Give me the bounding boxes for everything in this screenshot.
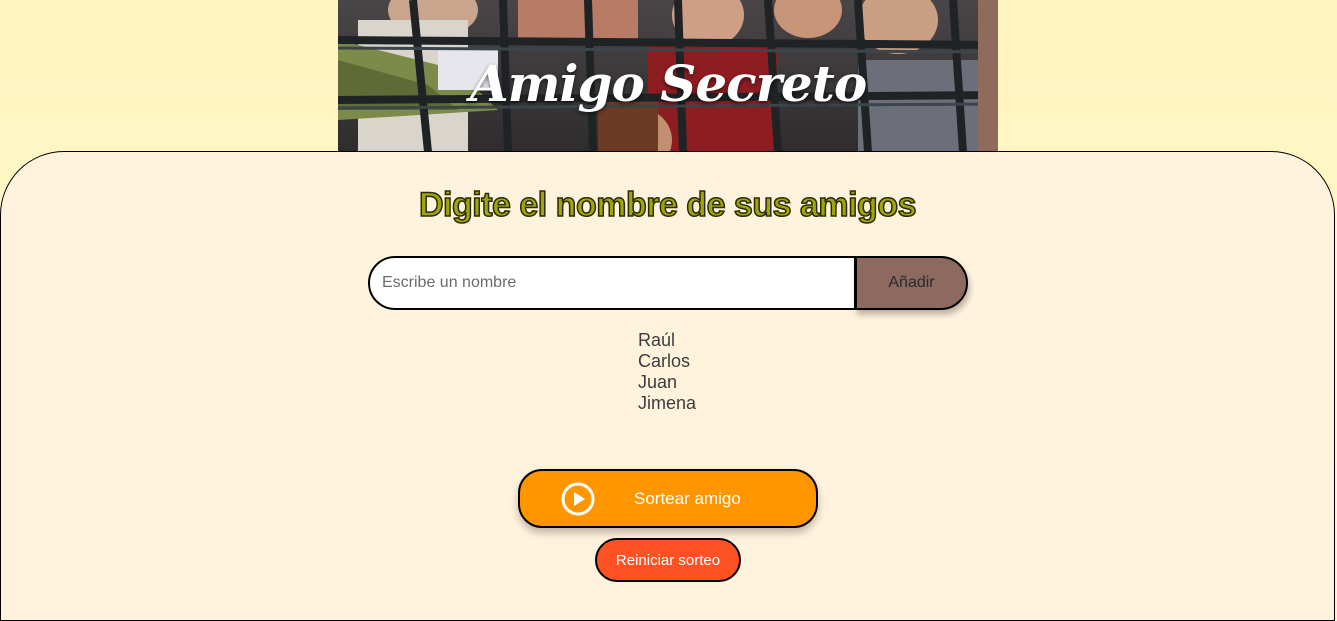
list-item: Carlos (638, 351, 691, 371)
list-item: Jimena (638, 393, 697, 413)
draw-friend-button[interactable]: Sortear amigo (518, 469, 818, 528)
add-button[interactable]: Añadir (855, 256, 968, 310)
friend-list: Raúl Carlos Juan Jimena (638, 330, 696, 414)
section-title: Digite el nombre de sus amigos (418, 185, 917, 225)
list-item: Juan (638, 372, 678, 392)
friend-name-input[interactable] (368, 256, 856, 310)
draw-button-label: Sortear amigo (634, 489, 741, 508)
page-title: Amigo Secreto (469, 54, 867, 113)
play-circle-icon (561, 482, 595, 516)
input-section: Añadir (368, 256, 968, 310)
list-item: Raúl (638, 330, 676, 350)
header-banner: Amigo Secreto (338, 0, 998, 152)
reset-draw-button[interactable]: Reiniciar sorteo (595, 538, 741, 582)
